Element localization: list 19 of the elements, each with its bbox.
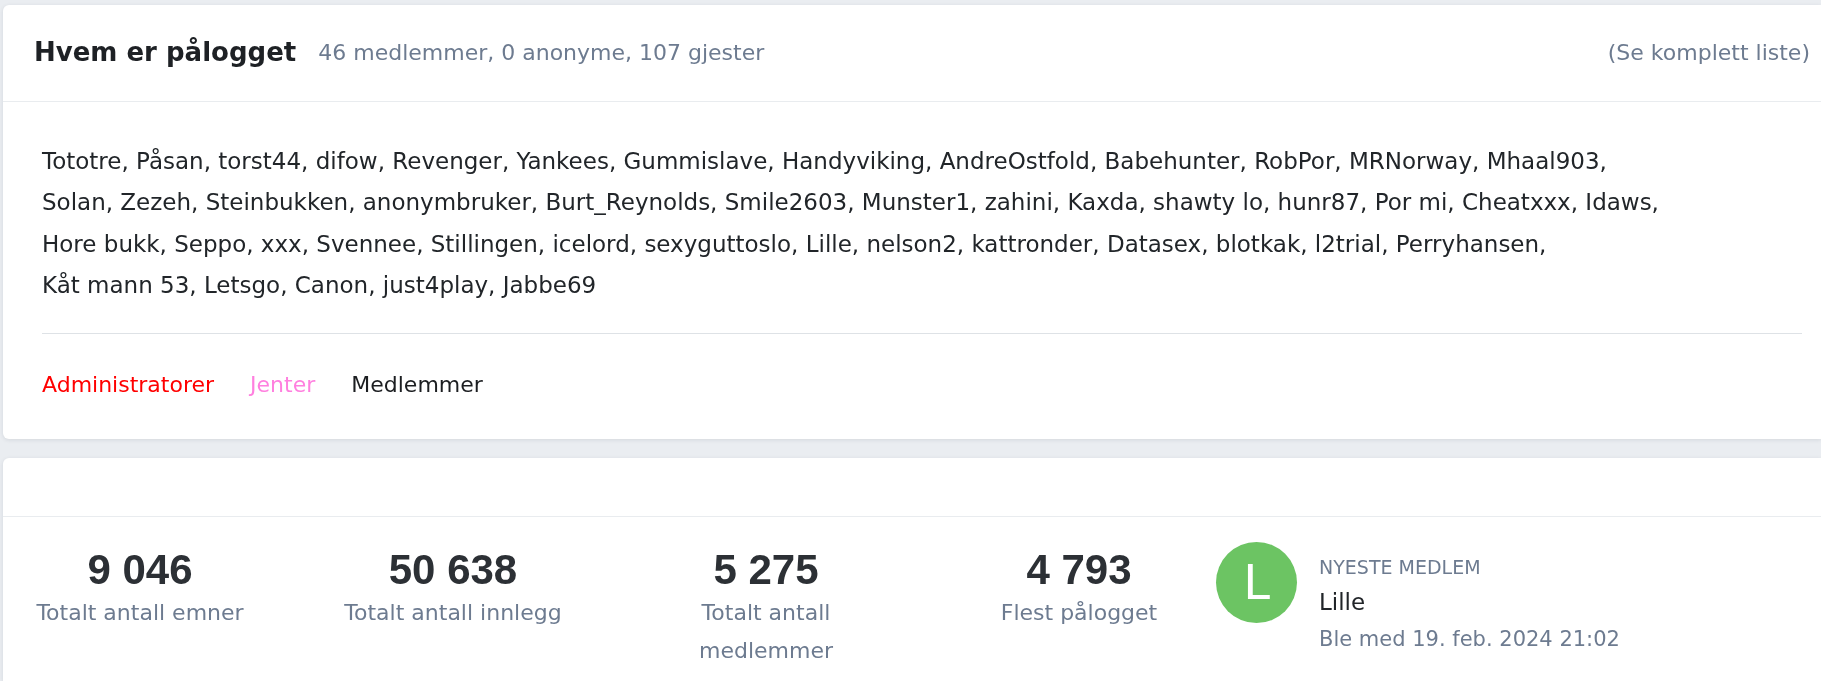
stat-value: 50 638 xyxy=(387,546,519,595)
stat-value: 5 275 xyxy=(712,546,820,595)
group-legend-link[interactable]: Medlemmer xyxy=(351,368,483,403)
online-summary: 46 medlemmer, 0 anonyme, 107 gjester xyxy=(318,38,765,67)
group-legend-link[interactable]: Administratorer xyxy=(42,368,215,403)
stat-value: 4 793 xyxy=(1025,546,1133,595)
member-avatar: L xyxy=(1216,542,1297,624)
panel-title: Hvem er pålogget xyxy=(34,37,297,69)
stat-label: Totalt antall innlegg xyxy=(343,599,563,628)
stat-label: Totalt antall emner xyxy=(35,599,245,628)
stat-label: Totalt antall medlemmer xyxy=(698,599,834,666)
full-list-link[interactable]: (Se komplett liste) xyxy=(1607,38,1810,68)
stat-value: 9 046 xyxy=(86,546,194,595)
online-users-list: Tototre, Påsan, torst44, difow, Revenger, Yankees, Gummislave, Handyviking, AndreOstfold, Babehunter, RobPor, MRNorway, Mhaal903, Solan, Zezeh, Steinbukken, anonymbruker, Burt_Reynolds, Smile2603, Munster1, zahini, Kaxda, shawty lo, hunr87, Por mi, Cheatxxx, Idaws, Hore bukk, Seppo, xxx, Svennee, Stillingen, icelord, sexyguttoslo, Lille, nelson2, kattronder, Datasex, blotkak, l2trial, Perryhansen, Kåt mann 53, Letsgo, Canon, just4play, Jabbe69 xyxy=(42,141,1802,307)
member-name-link[interactable]: Lille xyxy=(1319,584,1366,621)
newest-member-heading: NYESTE MEDLEM xyxy=(1319,555,1481,581)
group-legend-link[interactable]: Jenter xyxy=(250,368,316,403)
join-date: Ble med 19. feb. 2024 21:02 xyxy=(1319,626,1620,654)
stat-label: Flest pålogget xyxy=(999,599,1159,628)
